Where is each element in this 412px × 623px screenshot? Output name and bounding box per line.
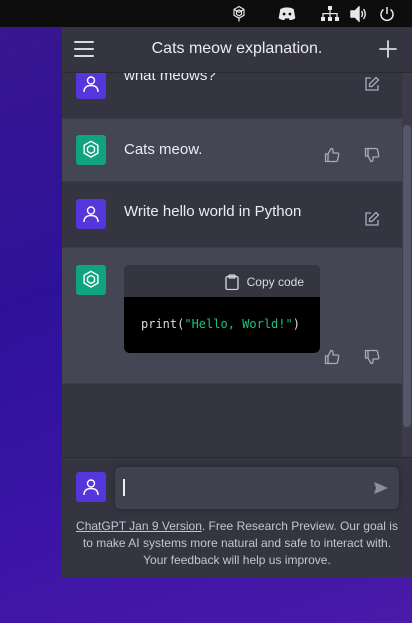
send-icon[interactable]	[373, 480, 389, 496]
volume-icon[interactable]	[349, 3, 369, 25]
menu-icon[interactable]	[74, 41, 94, 57]
message-assistant: Cats meow.	[62, 118, 412, 182]
code-block: Copy code print("Hello, World!")	[124, 265, 320, 353]
message-input[interactable]	[115, 467, 399, 509]
chatgpt-avatar-icon	[76, 265, 106, 295]
message-text: what meows?	[124, 73, 216, 84]
disclaimer-text: ChatGPT Jan 9 Version. Free Research Pre…	[74, 518, 400, 569]
text-caret	[123, 479, 125, 496]
scrollbar-track[interactable]	[402, 73, 412, 457]
user-avatar	[76, 199, 106, 229]
message-text: Write hello world in Python	[124, 203, 302, 220]
version-link[interactable]: ChatGPT Jan 9 Version	[76, 519, 202, 533]
thumbs-up-icon[interactable]	[323, 146, 341, 164]
edit-icon[interactable]	[363, 75, 381, 93]
edit-icon[interactable]	[363, 210, 381, 228]
chatgpt-avatar-icon	[76, 135, 106, 165]
power-icon[interactable]	[378, 3, 396, 25]
discord-icon[interactable]	[276, 3, 298, 25]
message-assistant: Copy code print("Hello, World!")	[62, 247, 412, 384]
message-user: Write hello world in Python	[62, 182, 412, 247]
copy-code-button[interactable]: Copy code	[224, 274, 304, 290]
message-text: Cats meow.	[124, 141, 203, 158]
message-list: what meows? Cats meow. Write hello world…	[62, 73, 412, 457]
thumbs-down-icon[interactable]	[363, 146, 381, 164]
clipboard-icon	[224, 274, 239, 290]
chat-window: Cats meow explanation. what meows? Cats …	[62, 27, 412, 577]
thumbs-down-icon[interactable]	[363, 348, 381, 366]
user-avatar	[76, 73, 106, 99]
system-top-bar	[0, 0, 412, 27]
code-block-header: Copy code	[124, 265, 320, 297]
thumbs-up-icon[interactable]	[323, 348, 341, 366]
code-content: print("Hello, World!")	[124, 297, 320, 331]
network-icon[interactable]	[320, 3, 340, 25]
scrollbar-thumb[interactable]	[403, 125, 411, 427]
chatgpt-logo-icon[interactable]	[228, 3, 250, 25]
new-chat-icon[interactable]	[378, 39, 398, 59]
code-close-paren: )	[292, 317, 300, 331]
code-string: "Hello, World!"	[184, 317, 293, 331]
message-user: what meows?	[62, 73, 412, 118]
chat-header: Cats meow explanation.	[62, 27, 412, 73]
copy-code-label: Copy code	[246, 275, 304, 289]
user-avatar	[76, 472, 106, 502]
chat-footer: ChatGPT Jan 9 Version. Free Research Pre…	[62, 457, 412, 577]
code-function: print	[141, 317, 178, 331]
conversation-title: Cats meow explanation.	[151, 40, 323, 57]
